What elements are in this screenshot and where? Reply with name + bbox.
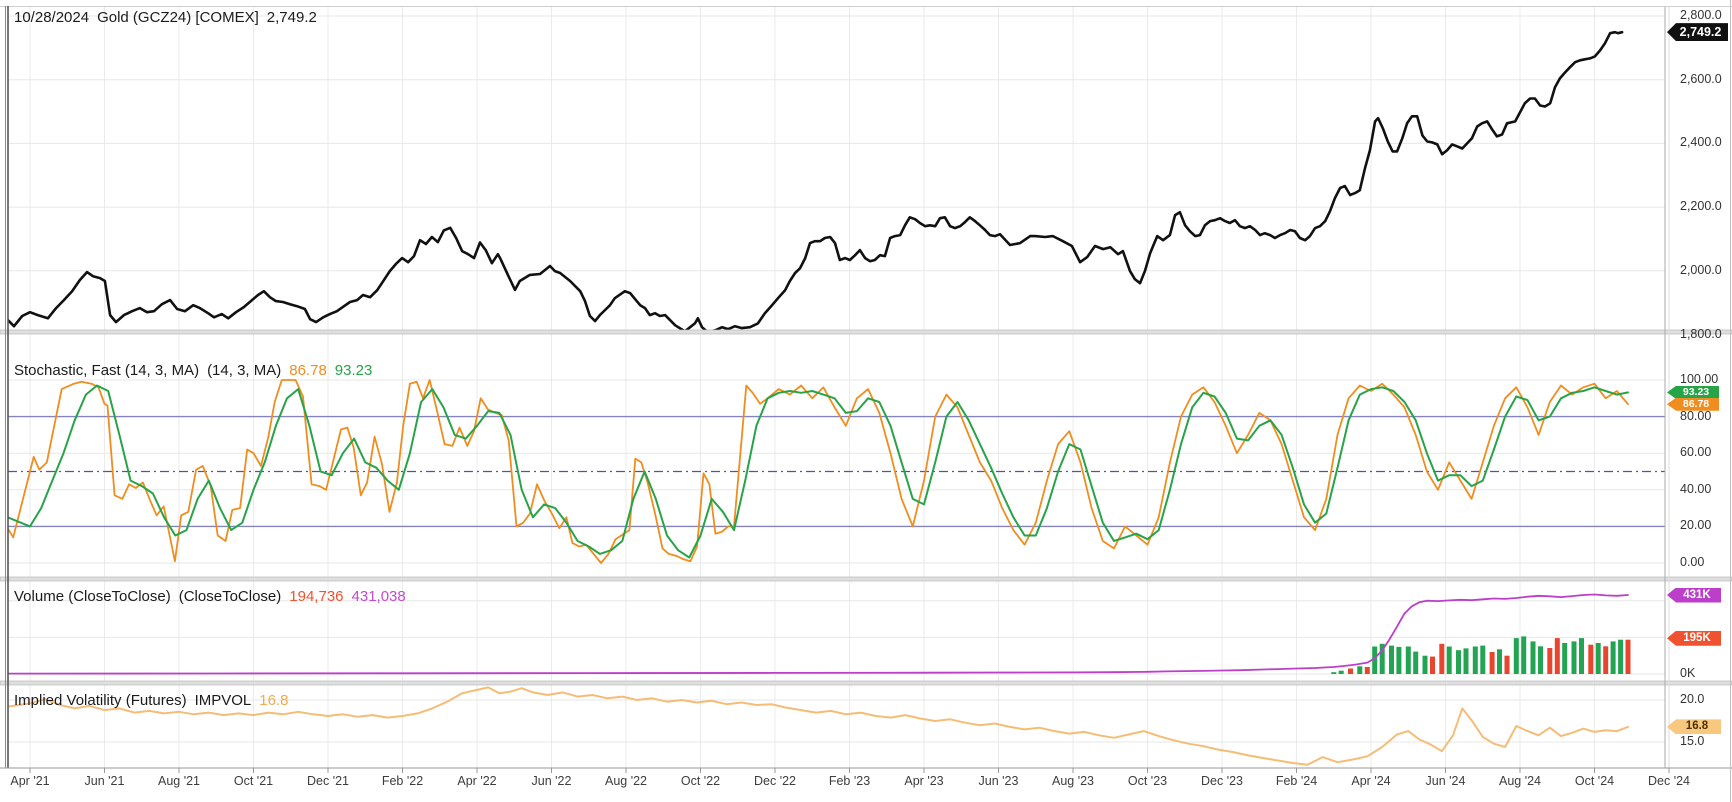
- stochastic-indicator-label[interactable]: Stochastic, Fast (14, 3, MA): [14, 362, 199, 379]
- volume-params[interactable]: (CloseToClose): [179, 588, 282, 605]
- stochastic-panel-header: Stochastic, Fast (14, 3, MA) (14, 3, MA)…: [14, 362, 372, 379]
- volume-panel-header: Volume (CloseToClose) (CloseToClose) 194…: [14, 588, 406, 605]
- stochastic-value-tag: 93.23: [1667, 386, 1719, 399]
- iv-value: 16.8: [259, 692, 288, 709]
- time-x-axis[interactable]: [0, 768, 1732, 802]
- last-price-value: 2,749.2: [267, 9, 317, 26]
- volume-value-2: 431,038: [352, 588, 406, 605]
- volume-value-tag: 195K: [1667, 631, 1721, 646]
- instrument-name[interactable]: Gold (GCZ24) [COMEX]: [97, 9, 259, 26]
- charting-app: 10/28/2024 Gold (GCZ24) [COMEX] 2,749.2 …: [0, 0, 1732, 802]
- iv-panel-header: Implied Volatility (Futures) IMPVOL 16.8: [14, 692, 288, 709]
- volume-indicator-label[interactable]: Volume (CloseToClose): [14, 588, 171, 605]
- chart-date: 10/28/2024: [14, 9, 89, 26]
- stochastic-k-value: 86.78: [289, 362, 327, 379]
- iv-indicator-label[interactable]: Implied Volatility (Futures): [14, 692, 187, 709]
- price-value-tag: 2,749.2: [1667, 23, 1728, 41]
- price-panel-header: 10/28/2024 Gold (GCZ24) [COMEX] 2,749.2: [14, 9, 317, 26]
- volume-value-tag: 431K: [1667, 588, 1721, 603]
- iv-params[interactable]: IMPVOL: [195, 692, 252, 709]
- iv-value-tag: 16.8: [1667, 719, 1721, 734]
- price-panel[interactable]: [0, 8, 1665, 330]
- stochastic-value-tag: 86.78: [1667, 398, 1719, 411]
- stochastic-params[interactable]: (14, 3, MA): [207, 362, 281, 379]
- volume-value-1: 194,736: [289, 588, 343, 605]
- stochastic-d-value: 93.23: [335, 362, 373, 379]
